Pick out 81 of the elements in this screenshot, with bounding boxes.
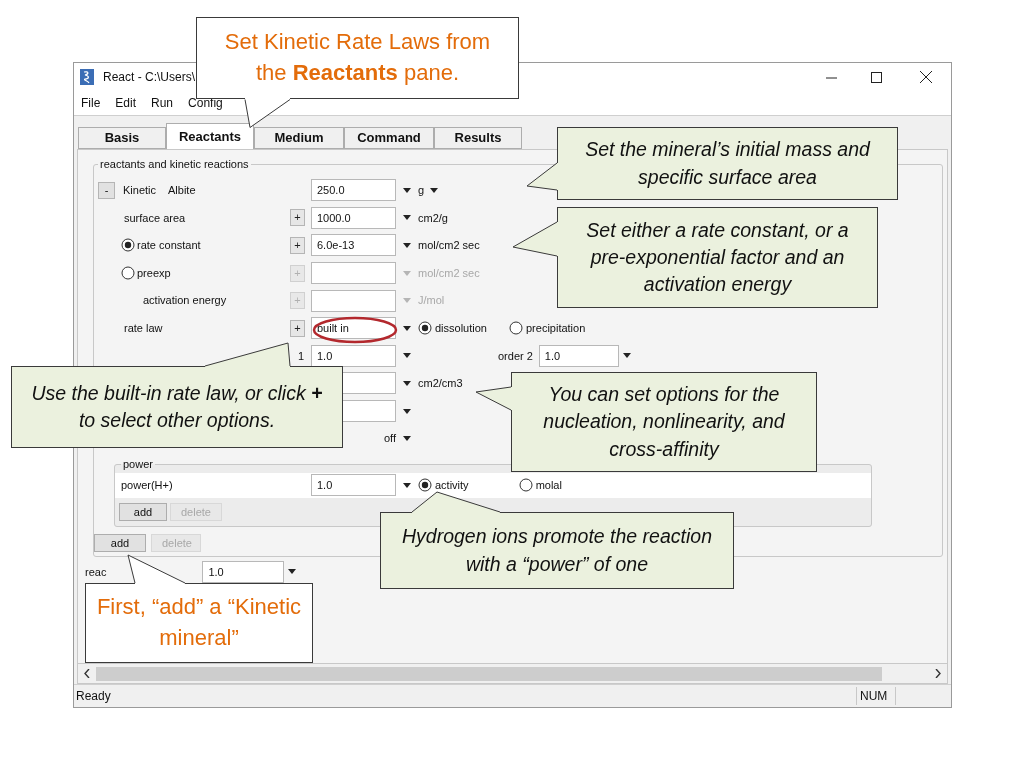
- unit-label: cm2/g: [418, 210, 448, 226]
- window-title: React - C:\Users\: [103, 69, 195, 86]
- scroll-left-icon[interactable]: [84, 669, 90, 678]
- add-button[interactable]: add: [94, 533, 146, 552]
- add-button[interactable]: add: [119, 502, 167, 521]
- field-label: power(H+): [120, 478, 174, 494]
- callout-text: Set either a rate constant, or a pre-exponential factor and an activation energy: [585, 217, 850, 298]
- unit-label: mol/cm2 sec: [418, 265, 480, 281]
- unit-label: cm2/cm3: [418, 376, 463, 392]
- input-field[interactable]: 1.0: [311, 344, 396, 367]
- input-field[interactable]: 1.0: [538, 344, 619, 367]
- group-title: power: [122, 457, 154, 473]
- field-label: 1: [297, 348, 304, 364]
- field-label: rate constant: [137, 238, 201, 254]
- plus-button[interactable]: +: [290, 237, 305, 254]
- tab[interactable]: Results: [434, 127, 522, 149]
- caret-icon[interactable]: [403, 482, 411, 488]
- caret-icon[interactable]: [403, 325, 411, 331]
- callout-text: You can set options for the nucleation, nonlinearity, and cross-affinity: [542, 382, 786, 462]
- status-indicator: NUM: [856, 687, 896, 705]
- input-field[interactable]: 250.0: [311, 179, 396, 202]
- radio-label: activity: [435, 478, 469, 494]
- caret-icon[interactable]: [403, 215, 411, 221]
- input-field[interactable]: 1000.0: [311, 206, 396, 229]
- field-label: activation energy: [143, 293, 227, 309]
- caret-icon[interactable]: [403, 436, 411, 442]
- unit-label: g: [418, 183, 425, 199]
- radio-label: dissolution: [435, 321, 487, 336]
- callout-text: Hydrogen ions promote the reaction with a “power” of one: [401, 524, 713, 577]
- caret-icon[interactable]: [430, 187, 439, 193]
- caret-icon[interactable]: [288, 569, 297, 575]
- close-icon[interactable]: [920, 71, 932, 83]
- tab[interactable]: Basis: [78, 127, 166, 149]
- field-label: order 2: [498, 348, 533, 364]
- menu-item[interactable]: Edit: [115, 94, 137, 112]
- plus-button[interactable]: +: [290, 209, 305, 227]
- radio-button[interactable]: [418, 321, 432, 336]
- caret-icon[interactable]: [403, 380, 411, 386]
- callout-text: First, “add” a “Kinetic mineral”: [96, 593, 302, 652]
- input-field[interactable]: [341, 372, 396, 395]
- menu-item[interactable]: Run: [151, 94, 174, 112]
- plus-button[interactable]: +: [290, 319, 305, 337]
- radio-button[interactable]: [121, 238, 135, 253]
- reactant-name: Albite: [168, 183, 196, 199]
- radio-label: molal: [535, 478, 562, 494]
- input-field[interactable]: 1.0: [311, 474, 396, 497]
- field-label: rate law: [124, 321, 163, 336]
- caret-icon[interactable]: [403, 243, 411, 248]
- input-field[interactable]: [341, 400, 396, 423]
- field-label: preexp: [137, 265, 171, 281]
- callout-text: Set the mineral’s initial mass and specific surface area: [584, 137, 872, 190]
- unit-label: mol/cm2 sec: [418, 238, 480, 254]
- reactant-type: Kinetic: [123, 183, 157, 199]
- input-field[interactable]: 6.0e-13: [311, 234, 396, 257]
- maximize-icon[interactable]: [871, 71, 882, 83]
- group-title: reactants and kinetic reactions: [99, 157, 250, 172]
- caret-icon[interactable]: [622, 353, 631, 359]
- caret-icon[interactable]: [403, 353, 411, 359]
- dropdown-value[interactable]: off: [383, 430, 396, 447]
- unit-label: J/mol: [418, 293, 445, 309]
- callout-text: Use the built-in rate law, or click + to select other options.: [30, 380, 324, 433]
- app-icon: [80, 69, 94, 85]
- radio-label: precipitation: [526, 321, 586, 336]
- menu-item[interactable]: Config: [188, 94, 223, 112]
- field-label: surface area: [124, 210, 186, 226]
- callout-text: Set Kinetic Rate Laws from the Reactants pane.: [223, 28, 492, 87]
- menu-item[interactable]: File: [81, 94, 101, 112]
- tab[interactable]: Reactants: [166, 123, 254, 149]
- radio-button[interactable]: [418, 478, 432, 493]
- input-field[interactable]: 1.0: [202, 560, 285, 583]
- status-text: Ready: [76, 688, 111, 705]
- scrollbar-thumb[interactable]: [96, 666, 882, 681]
- radio-button[interactable]: [518, 478, 533, 493]
- radio-button[interactable]: [509, 321, 523, 336]
- caret-icon[interactable]: [403, 408, 411, 414]
- scroll-right-icon[interactable]: [935, 669, 941, 678]
- caret-icon[interactable]: [403, 187, 411, 193]
- tab[interactable]: Command: [344, 127, 434, 149]
- field-label: reac: [85, 564, 107, 580]
- collapse-button[interactable]: -: [98, 181, 115, 199]
- tab[interactable]: Medium: [254, 127, 344, 149]
